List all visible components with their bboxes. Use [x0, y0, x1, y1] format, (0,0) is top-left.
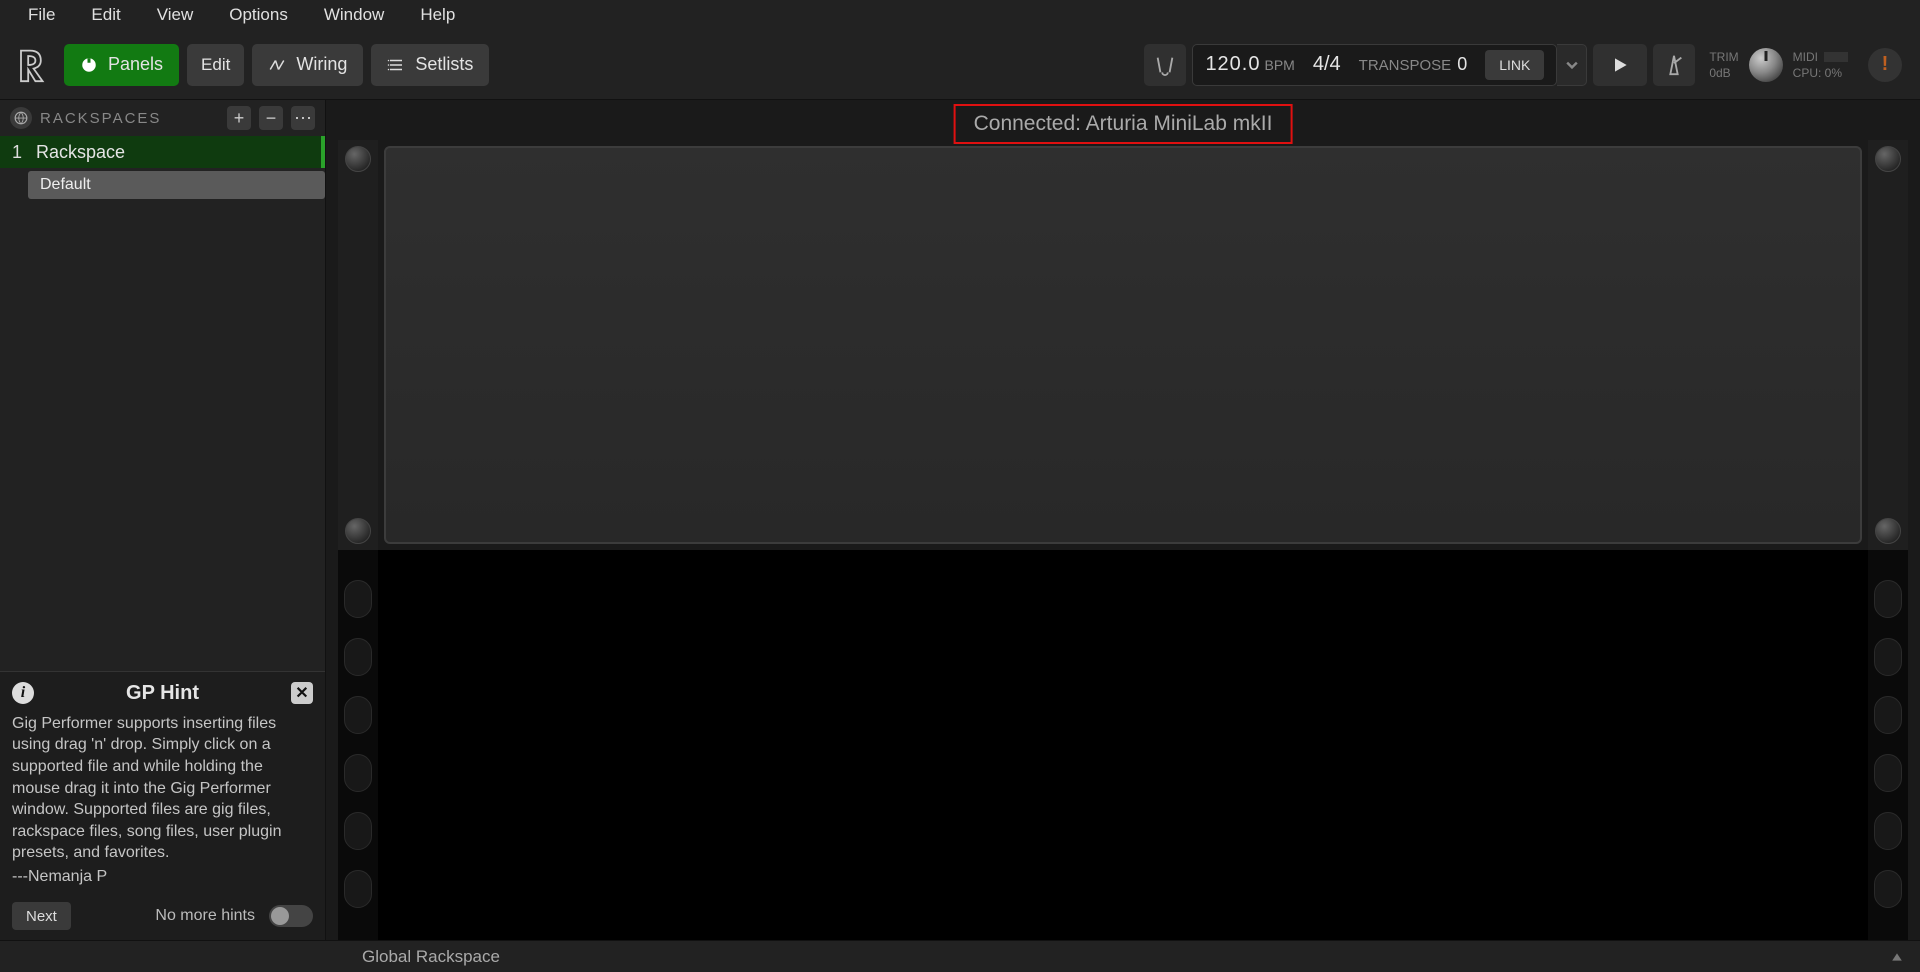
rack-slot-icon [1874, 696, 1902, 734]
trim-value: 0dB [1709, 66, 1738, 80]
info-icon: i [12, 682, 34, 704]
rack-slot-icon [1874, 580, 1902, 618]
wiring-button[interactable]: Wiring [252, 44, 363, 86]
rack-slot-icon [344, 754, 372, 792]
rackspaces-title: RACKSPACES [40, 110, 219, 127]
rack-slot-icon [344, 812, 372, 850]
panels-button[interactable]: Panels [64, 44, 179, 86]
link-button[interactable]: LINK [1485, 50, 1544, 80]
remove-rackspace-button[interactable]: − [259, 106, 283, 130]
rack-slots-row [338, 550, 1908, 940]
panels-label: Panels [108, 54, 163, 75]
no-more-hints-toggle[interactable] [269, 905, 313, 927]
screw-icon [345, 146, 371, 172]
hint-body: Gig Performer supports inserting files u… [12, 713, 313, 864]
tempo-block: 120.0 BPM 4/4 TRANSPOSE 0 LINK [1192, 44, 1557, 86]
variation-name: Default [40, 176, 91, 194]
rackspace-item[interactable]: 1 Rackspace [0, 136, 325, 168]
connection-notification: Connected: Arturia MiniLab mkII [954, 104, 1293, 144]
menubar: File Edit View Options Window Help [0, 0, 1920, 30]
footer: Global Rackspace [0, 940, 1920, 972]
rack-slots-left [338, 550, 378, 940]
wiring-label: Wiring [296, 54, 347, 75]
toolbar: Panels Edit Wiring Setlists 120.0 BPM 4/4… [0, 30, 1920, 100]
rack-slot-icon [1874, 812, 1902, 850]
edit-button[interactable]: Edit [187, 44, 244, 86]
menu-window[interactable]: Window [306, 1, 402, 29]
more-rackspace-button[interactable]: ⋯ [291, 106, 315, 130]
trim-knob[interactable] [1749, 48, 1783, 82]
rack-slot-icon [344, 870, 372, 908]
tuner-button[interactable] [1144, 44, 1186, 86]
add-rackspace-button[interactable]: + [227, 106, 251, 130]
rack-slot-icon [344, 696, 372, 734]
rack-slot-icon [1874, 870, 1902, 908]
transpose-label: TRANSPOSE [1359, 57, 1452, 74]
menu-view[interactable]: View [139, 1, 212, 29]
footer-expand-icon[interactable] [1890, 950, 1904, 964]
tempo-dropdown[interactable] [1557, 44, 1587, 86]
cpu-value: CPU: 0% [1793, 66, 1848, 80]
app-logo-icon [10, 45, 50, 85]
rack-slot-icon [1874, 638, 1902, 676]
hint-author: ---Nemanja P [12, 868, 313, 886]
rack-slots-right [1868, 550, 1908, 940]
hint-title: GP Hint [44, 682, 281, 705]
setlists-button[interactable]: Setlists [371, 44, 489, 86]
rackspace-name: Rackspace [36, 142, 125, 163]
rack-panel-row [338, 140, 1908, 550]
screw-icon [1875, 146, 1901, 172]
rack-rail-right [1868, 140, 1908, 550]
rack-slot-icon [1874, 754, 1902, 792]
setlists-label: Setlists [415, 54, 473, 75]
play-button[interactable] [1593, 44, 1647, 86]
edit-label: Edit [201, 55, 230, 75]
menu-edit[interactable]: Edit [73, 1, 138, 29]
menu-help[interactable]: Help [402, 1, 473, 29]
screw-icon [345, 518, 371, 544]
bpm-label: BPM [1265, 57, 1295, 73]
rack-panel[interactable] [384, 146, 1862, 544]
bpm-value[interactable]: 120.0 [1205, 53, 1260, 75]
rack-slot-icon [344, 580, 372, 618]
sidebar: RACKSPACES + − ⋯ 1 Rackspace Default i G… [0, 100, 326, 940]
output-meters: TRIM 0dB MIDI CPU: 0% ! [1701, 48, 1910, 82]
hint-close-button[interactable]: ✕ [291, 682, 313, 704]
screw-icon [1875, 518, 1901, 544]
rack-empty-area[interactable] [378, 550, 1868, 940]
hint-next-button[interactable]: Next [12, 902, 71, 930]
alert-button[interactable]: ! [1868, 48, 1902, 82]
workspace: Connected: Arturia MiniLab mkII [326, 100, 1920, 940]
midi-meter-icon [1824, 52, 1848, 62]
transpose-value[interactable]: 0 [1457, 54, 1467, 74]
rack-rail-left [338, 140, 378, 550]
trim-label: TRIM [1709, 50, 1738, 64]
menu-options[interactable]: Options [211, 1, 306, 29]
rack-slot-icon [344, 638, 372, 676]
global-rackspace-button[interactable]: Global Rackspace [362, 947, 500, 967]
midi-label: MIDI [1793, 50, 1818, 64]
no-more-hints-label: No more hints [155, 907, 255, 925]
rackspace-index: 1 [12, 142, 36, 163]
globe-icon[interactable] [10, 107, 32, 129]
metronome-button[interactable] [1653, 44, 1695, 86]
rackspaces-header: RACKSPACES + − ⋯ [0, 100, 325, 136]
time-signature[interactable]: 4/4 [1313, 53, 1341, 76]
hint-panel: i GP Hint ✕ Gig Performer supports inser… [0, 671, 325, 940]
menu-file[interactable]: File [10, 1, 73, 29]
variation-item[interactable]: Default [28, 171, 325, 199]
